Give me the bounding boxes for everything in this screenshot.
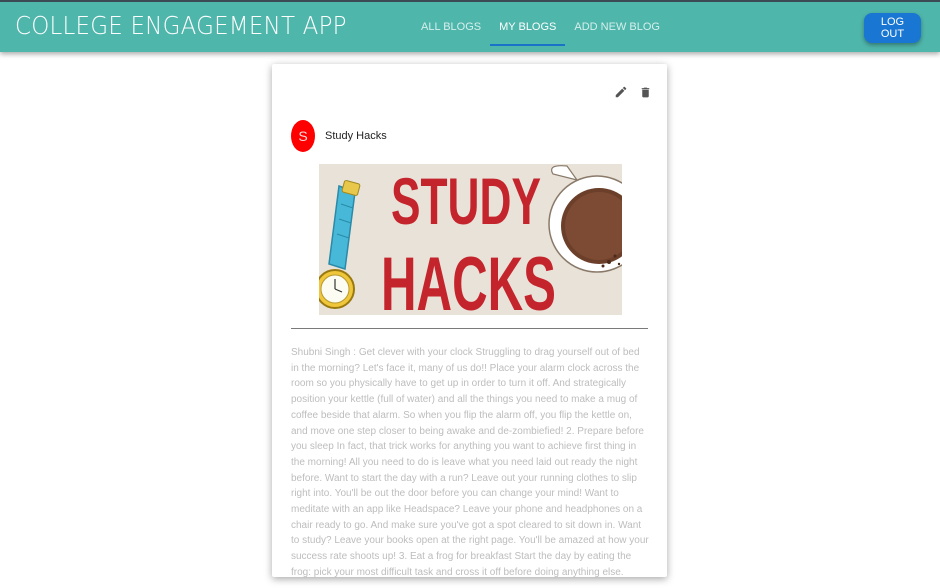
tab-all-blogs[interactable]: ALL BLOGS	[412, 2, 490, 46]
author-row: S Study Hacks	[291, 120, 387, 152]
logout-button[interactable]: LOG OUT	[864, 13, 921, 43]
avatar: S	[291, 120, 315, 152]
image-word-study: STUDY	[391, 164, 541, 238]
blog-title: Study Hacks	[325, 130, 387, 142]
blog-image: STUDY HACKS	[315, 164, 646, 327]
app-title: COLLEGE ENGAGEMENT APP	[15, 11, 347, 40]
blog-body: Shubni Singh : Get clever with your cloc…	[291, 347, 649, 578]
card-actions	[613, 83, 653, 101]
tab-my-blogs[interactable]: MY BLOGS	[490, 2, 566, 46]
blog-card: S Study Hacks STUDY HACKS Shubni Singh:…	[272, 64, 667, 578]
image-word-hacks: HACKS	[381, 242, 556, 315]
divider	[291, 328, 648, 329]
study-hacks-illustration: STUDY HACKS	[315, 164, 646, 327]
nav-tabs: ALL BLOGS MY BLOGS ADD NEW BLOG	[412, 2, 669, 52]
trash-icon[interactable]	[637, 83, 653, 101]
tab-add-new-blog[interactable]: ADD NEW BLOG	[565, 2, 669, 46]
pencil-icon[interactable]	[613, 83, 629, 101]
top-app-bar: COLLEGE ENGAGEMENT APP ALL BLOGS MY BLOG…	[0, 0, 940, 52]
pencil-icon-glyph	[615, 86, 627, 98]
trash-icon-glyph	[641, 87, 649, 97]
